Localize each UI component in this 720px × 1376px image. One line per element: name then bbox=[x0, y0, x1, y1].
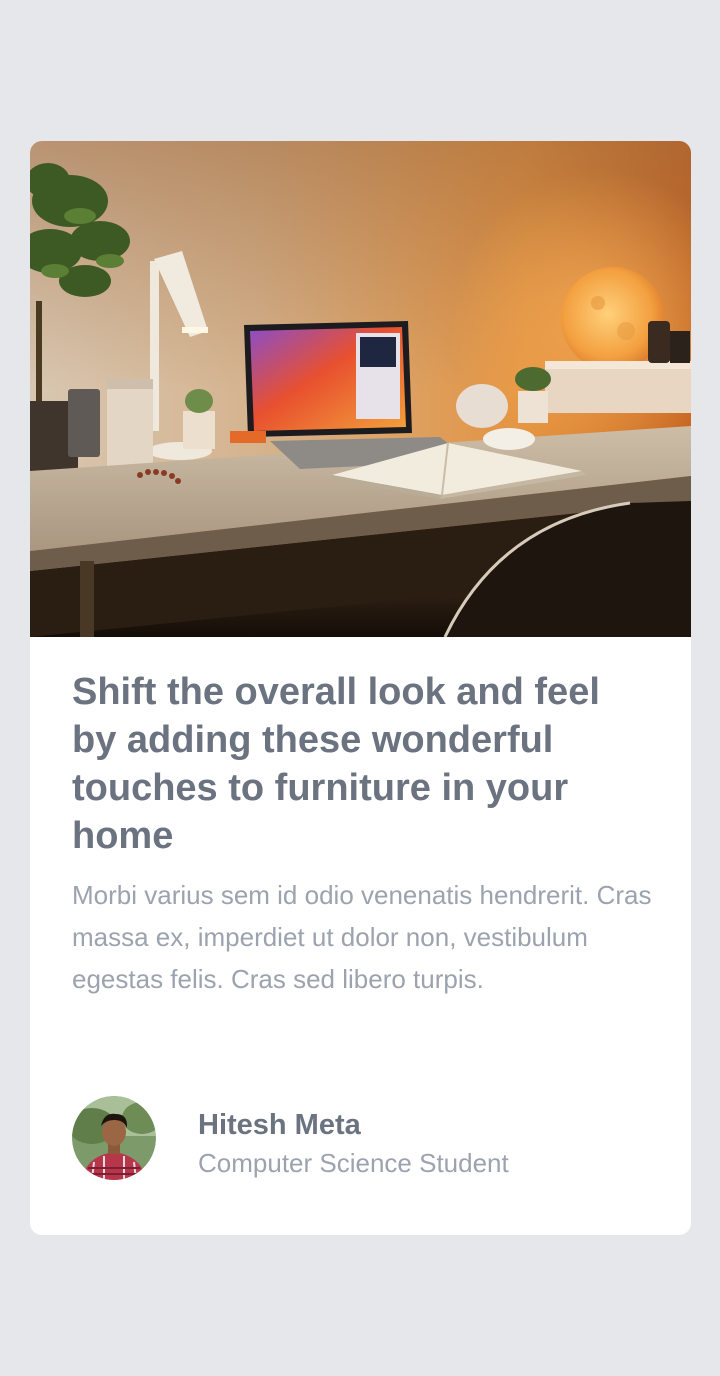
author-name[interactable]: Hitesh Meta bbox=[198, 1108, 361, 1142]
person-avatar-photo-icon[interactable] bbox=[72, 1096, 156, 1180]
article-description: Morbi varius sem id odio venenatis hendr… bbox=[72, 880, 652, 994]
author-role: Computer Science Student bbox=[198, 1148, 509, 1178]
article-content: Shift the overall look and feel by addin… bbox=[72, 668, 652, 1000]
article-card: Shift the overall look and feel by addin… bbox=[30, 141, 691, 1235]
author-info: Hitesh Meta Computer Science Student bbox=[72, 1096, 632, 1180]
article-hero-image bbox=[30, 141, 691, 637]
article-title[interactable]: Shift the overall look and feel by addin… bbox=[72, 668, 652, 860]
